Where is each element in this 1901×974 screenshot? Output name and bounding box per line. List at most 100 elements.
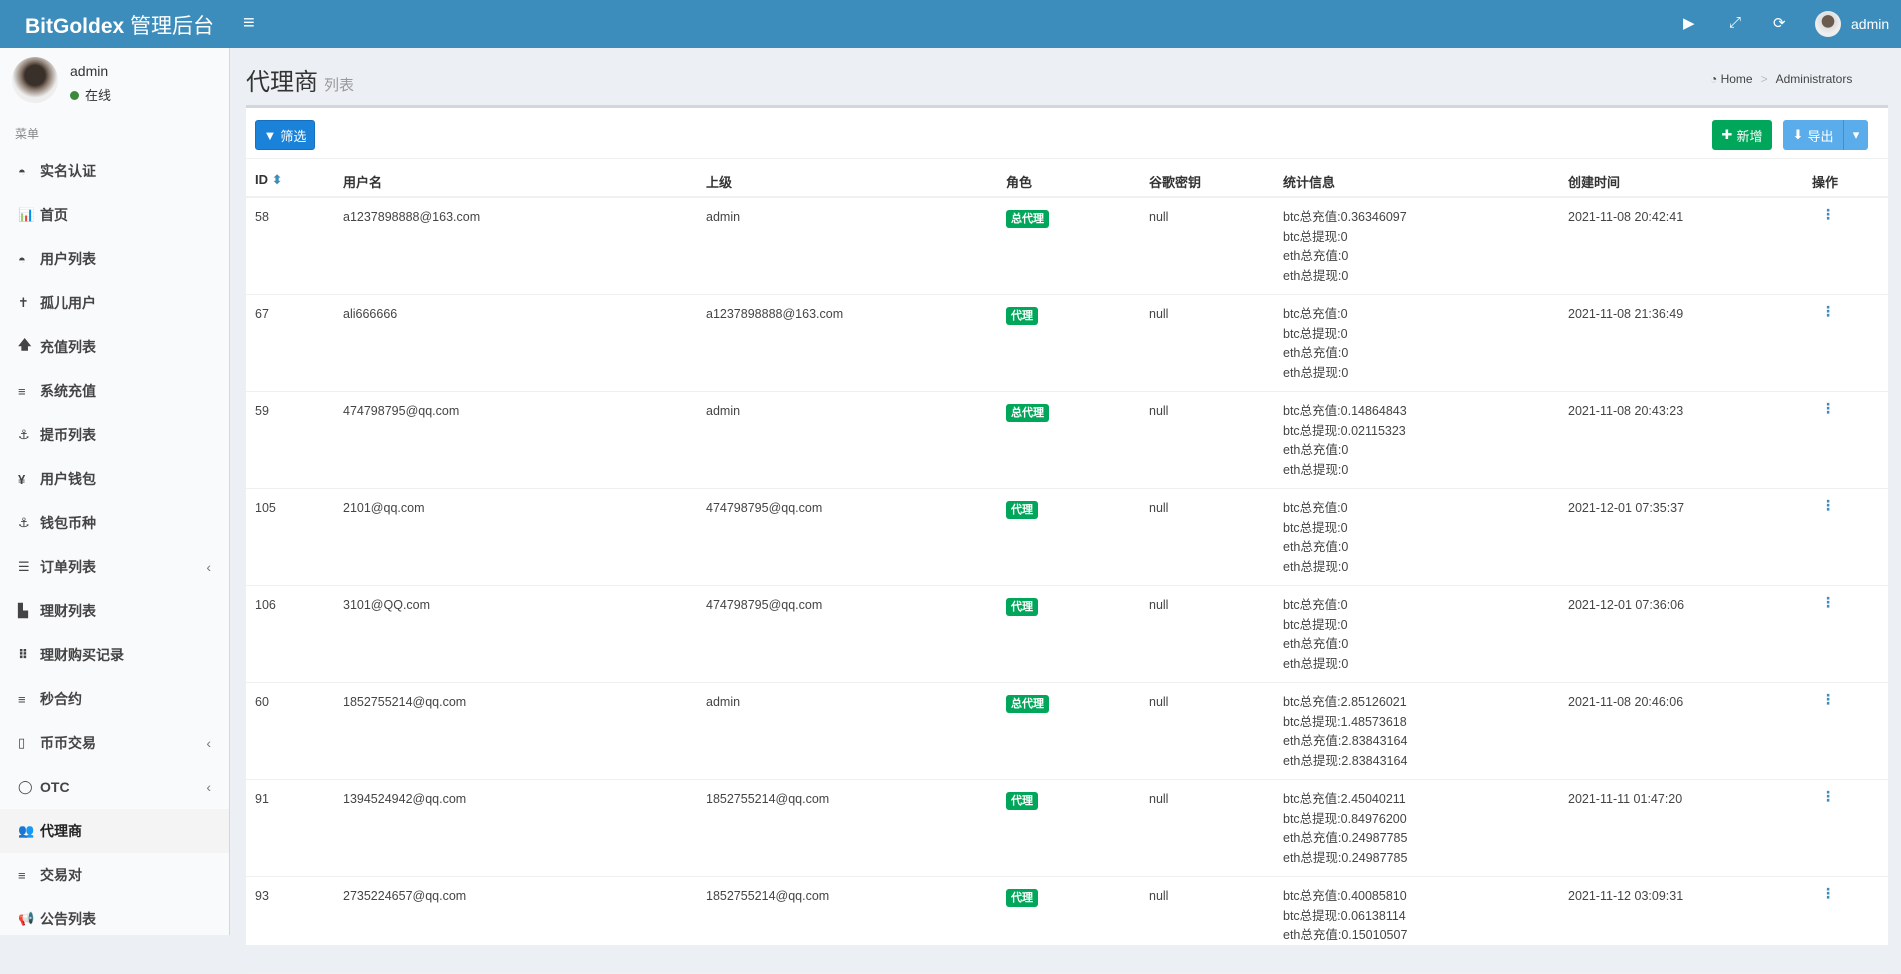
breadcrumb: ◔ Home > Administrators bbox=[1710, 72, 1853, 86]
more-actions-icon[interactable]: ⋮ bbox=[1821, 691, 1835, 708]
row-parent: admin bbox=[706, 210, 741, 224]
sidebar-item-2[interactable]: ◓ 用户列表 bbox=[0, 237, 229, 281]
filter-button[interactable]: ▼ 筛选 bbox=[255, 120, 315, 150]
status-text: 在线 bbox=[85, 88, 112, 103]
sidebar-item-10[interactable]: ▙ 理财列表 bbox=[0, 589, 229, 633]
column-header-3: 角色 bbox=[1006, 172, 1032, 191]
row-google-key: null bbox=[1149, 889, 1169, 903]
row-parent: 1852755214@qq.com bbox=[706, 792, 830, 806]
role-badge: 代理 bbox=[1006, 889, 1038, 907]
more-actions-icon[interactable]: ⋮ bbox=[1821, 594, 1835, 611]
sidebar-item-16[interactable]: ≡ 交易对 bbox=[0, 853, 229, 897]
row-stat: btc总充值:0 bbox=[1283, 501, 1348, 515]
sidebar-item-7[interactable]: ¥ 用户钱包 bbox=[0, 457, 229, 501]
sidebar-item-label: 理财购买记录 bbox=[40, 647, 124, 663]
user-avatar bbox=[12, 57, 58, 103]
sidebar-item-label: 代理商 bbox=[40, 823, 82, 839]
sidebar-item-14[interactable]: ◯ OTC ‹ bbox=[0, 765, 229, 809]
row-username: 2735224657@qq.com bbox=[343, 889, 467, 903]
row-stat: eth总提现:0 bbox=[1283, 365, 1349, 380]
column-header-label: 用户名 bbox=[343, 175, 383, 190]
sidebar-item-label: 交易对 bbox=[40, 867, 82, 883]
fullscreen-icon[interactable]: ⤢ bbox=[1729, 14, 1741, 31]
download-icon: ⬇ bbox=[1792, 127, 1804, 142]
menu-header: 菜单 bbox=[15, 127, 40, 141]
role-badge: 总代理 bbox=[1006, 210, 1049, 228]
list-icon: ≡ bbox=[18, 867, 26, 883]
row-stat: btc总充值:0.14864843 bbox=[1283, 404, 1407, 418]
column-header-5: 统计信息 bbox=[1283, 172, 1335, 191]
column-header-label: 统计信息 bbox=[1283, 175, 1336, 190]
more-actions-icon[interactable]: ⋮ bbox=[1821, 303, 1835, 320]
row-created: 2021-12-01 07:35:37 bbox=[1568, 501, 1685, 515]
sidebar-item-label: 钱包币种 bbox=[40, 515, 96, 531]
sidebar-item-label: 用户钱包 bbox=[40, 471, 96, 487]
sidebar-item-11[interactable]: ⠿ 理财购买记录 bbox=[0, 633, 229, 677]
sidebar-item-0[interactable]: ◓ 实名认证 bbox=[0, 149, 229, 193]
row-stat: eth总充值:2.83843164 bbox=[1283, 734, 1408, 748]
anchor-icon: ⚓ bbox=[18, 515, 30, 530]
sidebar-item-1[interactable]: 📊 首页 bbox=[0, 193, 229, 237]
sidebar-toggle-icon[interactable]: ≡ bbox=[243, 12, 255, 35]
column-header-6: 创建时间 bbox=[1568, 172, 1620, 191]
column-header-7: 操作 bbox=[1812, 172, 1838, 191]
sidebar-item-label: 秒合约 bbox=[40, 691, 82, 707]
row-stat: eth总充值:0 bbox=[1283, 249, 1349, 263]
more-actions-icon[interactable]: ⋮ bbox=[1821, 206, 1835, 223]
online-dot-icon bbox=[70, 91, 79, 100]
export-button[interactable]: ⬇ 导出 bbox=[1783, 120, 1843, 150]
sidebar-item-label: 孤儿用户 bbox=[40, 295, 96, 311]
sidebar-item-4[interactable]: 🡅 充值列表 bbox=[0, 325, 229, 369]
row-stat: btc总提现:0.06138114 bbox=[1283, 908, 1406, 923]
row-parent: 1852755214@qq.com bbox=[706, 889, 830, 903]
more-actions-icon[interactable]: ⋮ bbox=[1821, 885, 1835, 902]
sidebar-item-label: 充值列表 bbox=[40, 339, 96, 355]
bar-chart-icon: 📊 bbox=[18, 207, 35, 222]
bullhorn-icon: 📢 bbox=[18, 911, 35, 926]
list-icon: ≡ bbox=[18, 383, 26, 399]
page-title: 代理商 列表 bbox=[246, 62, 354, 97]
brand-logo[interactable]: BitGoldex 管理后台 bbox=[25, 10, 214, 40]
refresh-icon[interactable]: ⟳ bbox=[1773, 14, 1786, 32]
sort-icon[interactable]: ⬍ bbox=[272, 172, 283, 187]
role-badge: 总代理 bbox=[1006, 695, 1049, 713]
sidebar: admin 在线 菜单 ◓ 实名认证 📊 首页 ◓ 用户列表 ✝ 孤儿用户 🡅 充值列表 ≡ 系统充值… bbox=[0, 48, 230, 935]
sidebar-user-name: admin bbox=[70, 63, 109, 79]
row-stat: eth总充值:0 bbox=[1283, 443, 1349, 457]
sidebar-item-label: 首页 bbox=[40, 207, 68, 223]
export-dropdown-button[interactable]: ▾ bbox=[1843, 120, 1868, 150]
column-header-0[interactable]: ID ⬍ bbox=[255, 172, 283, 188]
user-status: 在线 bbox=[70, 85, 111, 104]
row-google-key: null bbox=[1149, 501, 1169, 515]
user-menu[interactable]: admin bbox=[1815, 11, 1889, 37]
sidebar-item-15[interactable]: 👥 代理商 bbox=[0, 809, 229, 853]
sidebar-item-6[interactable]: ⚓ 提币列表 bbox=[0, 413, 229, 457]
row-google-key: null bbox=[1149, 792, 1169, 806]
breadcrumb-home[interactable]: Home bbox=[1721, 72, 1753, 86]
sidebar-item-5[interactable]: ≡ 系统充值 bbox=[0, 369, 229, 413]
sidebar-item-12[interactable]: ≡ 秒合约 bbox=[0, 677, 229, 721]
braille-icon: ⠿ bbox=[18, 647, 29, 662]
row-parent: a1237898888@163.com bbox=[706, 307, 844, 321]
row-id: 106 bbox=[255, 598, 276, 612]
play-icon[interactable]: ▶ bbox=[1683, 14, 1695, 32]
drupal-icon: ◓ bbox=[18, 163, 26, 179]
column-header-2: 上级 bbox=[706, 172, 732, 191]
sidebar-item-17[interactable]: 📢 公告列表 bbox=[0, 897, 229, 941]
building-icon: ▯ bbox=[18, 735, 26, 750]
column-header-label: 上级 bbox=[706, 175, 733, 190]
add-button[interactable]: ✚ 新增 bbox=[1712, 120, 1772, 150]
sidebar-item-3[interactable]: ✝ 孤儿用户 bbox=[0, 281, 229, 325]
sidebar-item-8[interactable]: ⚓ 钱包币种 bbox=[0, 501, 229, 545]
more-actions-icon[interactable]: ⋮ bbox=[1821, 400, 1835, 417]
more-actions-icon[interactable]: ⋮ bbox=[1821, 788, 1835, 805]
align-center-icon: ☰ bbox=[18, 559, 30, 574]
row-created: 2021-11-11 01:47:20 bbox=[1568, 792, 1683, 806]
more-actions-icon[interactable]: ⋮ bbox=[1821, 497, 1835, 514]
row-username: 3101@QQ.com bbox=[343, 598, 431, 612]
row-created: 2021-11-08 20:46:06 bbox=[1568, 695, 1684, 709]
sidebar-item-9[interactable]: ☰ 订单列表 ‹ bbox=[0, 545, 229, 589]
top-navbar: BitGoldex 管理后台 ≡ ▶ ⤢ ⟳ admin bbox=[0, 0, 1901, 48]
row-stat: btc总充值:2.85126021 bbox=[1283, 695, 1407, 709]
sidebar-item-13[interactable]: ▯ 币币交易 ‹ bbox=[0, 721, 229, 765]
